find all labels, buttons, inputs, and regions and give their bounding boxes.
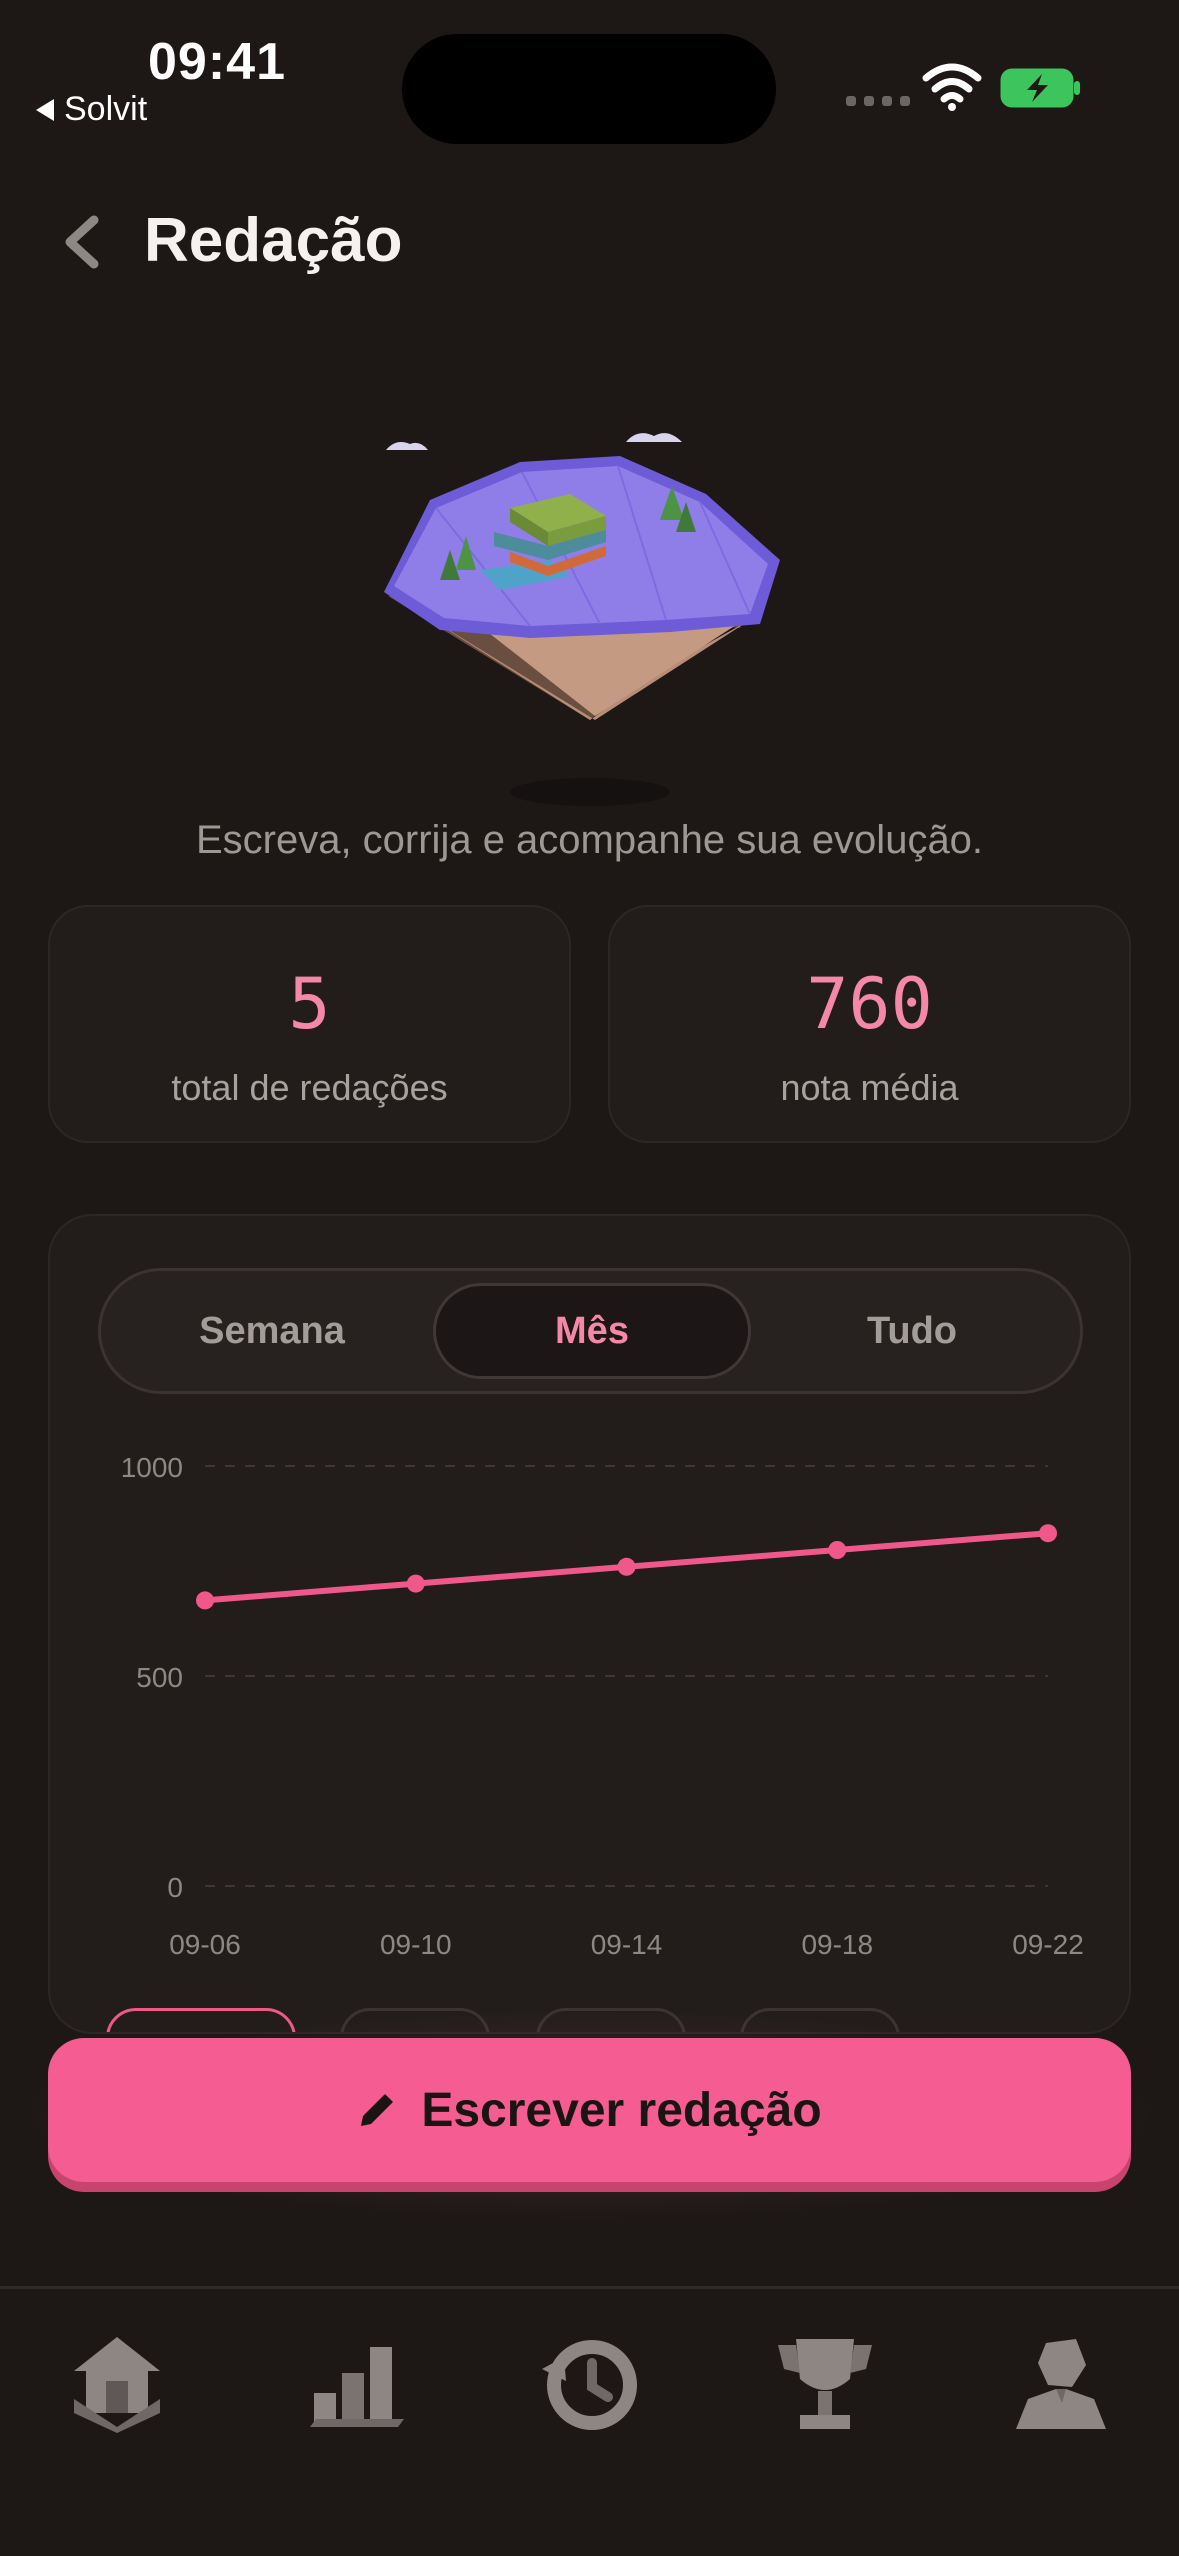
x-tick-label: 09-14 xyxy=(591,1929,663,1960)
tab-home[interactable] xyxy=(62,2329,172,2439)
wifi-icon xyxy=(922,63,982,111)
data-point xyxy=(196,1591,214,1610)
tab-stats[interactable] xyxy=(300,2329,410,2439)
dynamic-island xyxy=(402,34,776,144)
tab-history[interactable] xyxy=(534,2329,644,2439)
trophy-icon xyxy=(778,2339,872,2429)
y-tick-label: 1000 xyxy=(121,1452,183,1483)
home-icon xyxy=(74,2337,160,2433)
data-point xyxy=(828,1541,847,1559)
tab-all[interactable]: Tudo xyxy=(753,1283,1071,1379)
stat-value: 760 xyxy=(806,963,933,1045)
stat-card-total: 5 total de redações xyxy=(48,905,571,1143)
data-point xyxy=(1039,1524,1057,1543)
profile-icon xyxy=(1016,2339,1106,2429)
battery-charging-icon xyxy=(1000,68,1080,108)
floating-island-illustration xyxy=(384,433,780,806)
page-title: Redação xyxy=(144,206,403,275)
history-icon xyxy=(542,2340,637,2430)
data-point xyxy=(406,1574,425,1593)
tab-profile[interactable] xyxy=(1006,2329,1116,2439)
tab-week[interactable]: Semana xyxy=(113,1283,431,1379)
evolution-chart-card: Semana Mês Tudo 1000 500 0 09-06 09-10 09-14 0… xyxy=(48,1214,1131,2034)
pencil-icon xyxy=(361,2094,394,2126)
stat-label: nota média xyxy=(780,1067,959,1108)
status-time: 09:41 xyxy=(148,33,286,91)
y-tick-label: 0 xyxy=(167,1872,183,1903)
back-to-app-link[interactable]: Solvit xyxy=(36,90,147,129)
x-tick-label: 09-10 xyxy=(380,1929,452,1960)
back-app-label: Solvit xyxy=(64,90,148,128)
cellular-signal-icon xyxy=(846,96,910,106)
tab-trophy[interactable] xyxy=(770,2329,880,2439)
x-tick-label: 09-22 xyxy=(1012,1929,1084,1960)
bottom-tab-bar xyxy=(0,2286,1179,2556)
x-tick-label: 09-18 xyxy=(801,1929,873,1960)
score-line-chart: 1000 500 0 09-06 09-10 09-14 09-18 09-22 xyxy=(121,1452,1084,1960)
tab-month[interactable]: Mês xyxy=(433,1283,751,1379)
write-essay-button[interactable]: Escrever redação xyxy=(48,2038,1131,2182)
write-essay-label: Escrever redação xyxy=(421,2083,822,2137)
stats-icon xyxy=(310,2347,404,2427)
data-point xyxy=(617,1557,636,1576)
back-chevron-icon[interactable] xyxy=(58,214,108,270)
stat-card-average: 760 nota média xyxy=(608,905,1131,1143)
x-tick-label: 09-06 xyxy=(169,1929,241,1960)
hero-subtitle: Escreva, corrija e acompanhe sua evoluçã… xyxy=(195,818,984,862)
y-tick-label: 500 xyxy=(136,1662,183,1693)
back-triangle-icon xyxy=(36,98,54,121)
stat-label: total de redações xyxy=(171,1067,448,1108)
period-segmented-control: Semana Mês Tudo xyxy=(98,1268,1083,1394)
stat-value: 5 xyxy=(288,963,331,1045)
